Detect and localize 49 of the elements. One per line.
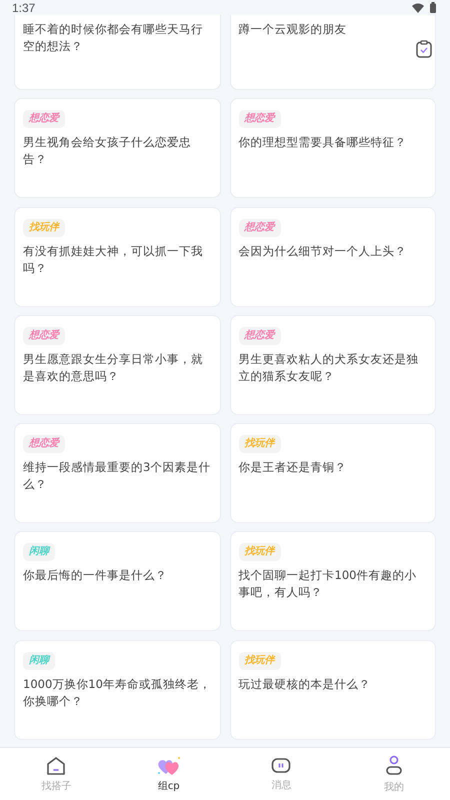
topic-tag: 闲聊 xyxy=(23,543,55,562)
status-time: 1:37 xyxy=(12,0,36,14)
topic-text: 你是王者还是青铜？ xyxy=(238,459,346,476)
topic-text: 男生愿意跟女生分享日常小事，就是喜欢的意思吗？ xyxy=(23,350,204,385)
topic-card[interactable]: 想恋爱 维持一段感情最重要的3个因素是什么？ xyxy=(14,423,220,524)
topic-card[interactable]: 闲聊 1000万换你10年寿命或孤独终老，你换哪个？ xyxy=(14,640,220,740)
topic-tag: 想恋爱 xyxy=(23,110,65,128)
chat-bubble-icon xyxy=(271,756,292,774)
person-icon xyxy=(384,754,403,776)
topic-card[interactable]: 想恋爱 男生更喜欢粘人的犬系女友还是独立的猫系女友呢？ xyxy=(230,314,436,415)
topic-card[interactable]: 蹲一个云观影的朋友 xyxy=(230,15,436,90)
topic-tag: 想恋爱 xyxy=(23,326,65,345)
topic-text: 你最后悔的一件事是什么？ xyxy=(23,567,167,584)
topic-text: 蹲一个云观影的朋友 xyxy=(238,21,346,38)
topic-tag: 找玩伴 xyxy=(238,435,280,454)
topic-card[interactable]: 想恋爱 会因为什么细节对一个人上头？ xyxy=(230,206,436,307)
topic-text: 找个固聊一起打卡100件有趣的小事吧，有人吗？ xyxy=(238,567,418,602)
topic-text: 男生视角会给女孩子什么恋爱忠告？ xyxy=(23,134,192,168)
clipboard-icon[interactable] xyxy=(416,40,432,58)
topic-text: 维持一段感情最重要的3个因素是什么？ xyxy=(23,459,212,494)
topic-tag: 闲聊 xyxy=(23,652,55,670)
topic-tag: 想恋爱 xyxy=(238,326,280,345)
topic-text: 1000万换你10年寿命或孤独终老，你换哪个？ xyxy=(23,676,212,710)
topic-card[interactable]: 找玩伴 玩过最硬核的本是什么？ xyxy=(230,640,436,740)
topic-tag: 找玩伴 xyxy=(238,543,280,562)
topic-tag: 想恋爱 xyxy=(238,218,280,237)
topic-tag: 找玩伴 xyxy=(23,218,65,237)
topic-text: 睡不着的时候你都会有哪些天马行空的想法？ xyxy=(23,21,204,55)
topic-card[interactable]: 找玩伴 有没有抓娃娃大神，可以抓一下我吗？ xyxy=(14,206,220,307)
topic-text: 男生更喜欢粘人的犬系女友还是独立的猫系女友呢？ xyxy=(238,350,420,385)
topic-card[interactable]: 想恋爱 男生愿意跟女生分享日常小事，就是喜欢的意思吗？ xyxy=(14,314,220,415)
topic-text: 玩过最硬核的本是什么？ xyxy=(238,676,370,693)
topic-card[interactable]: 找玩伴 你是王者还是青铜？ xyxy=(230,423,436,524)
topic-card[interactable]: 睡不着的时候你都会有哪些天马行空的想法？ xyxy=(14,15,220,90)
nav-tab[interactable]: 组cp xyxy=(112,748,225,800)
topic-card[interactable]: 想恋爱 你的理想型需要具备哪些特征？ xyxy=(230,98,436,198)
topic-tag: 找玩伴 xyxy=(238,652,280,670)
topic-card[interactable]: 想恋爱 男生视角会给女孩子什么恋爱忠告？ xyxy=(14,98,220,198)
topic-card[interactable]: 闲聊 你最后悔的一件事是什么？ xyxy=(14,531,220,632)
topic-text: 会因为什么细节对一个人上头？ xyxy=(238,242,406,260)
wifi-icon xyxy=(412,2,424,12)
topic-tag: 想恋爱 xyxy=(238,110,280,128)
topic-tag: 想恋爱 xyxy=(23,435,65,454)
topic-text: 你的理想型需要具备哪些特征？ xyxy=(238,134,406,152)
battery-icon xyxy=(430,2,436,13)
hearts-icon xyxy=(156,756,181,776)
topic-card[interactable]: 找玩伴 找个固聊一起打卡100件有趣的小事吧，有人吗？ xyxy=(230,531,436,632)
house-icon xyxy=(46,756,66,776)
topic-text: 有没有抓娃娃大神，可以抓一下我吗？ xyxy=(23,242,204,277)
